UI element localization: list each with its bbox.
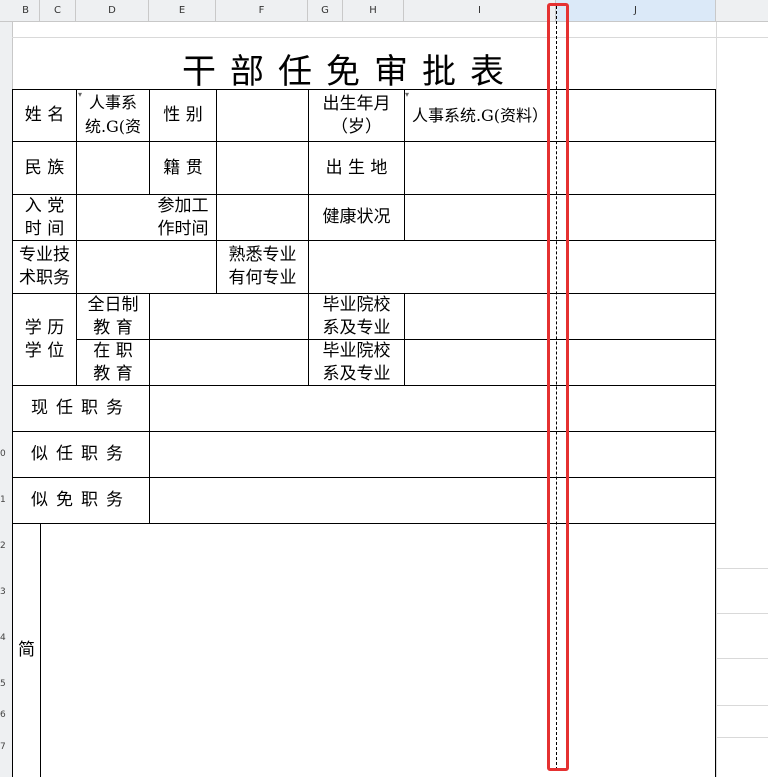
- tech-title-value-cell[interactable]: [77, 241, 216, 293]
- education-degree-label: 学 历 学 位: [24, 317, 65, 361]
- gridline: [716, 568, 768, 569]
- form-title: 干部任免审批表: [182, 52, 518, 92]
- birthplace-value-cell[interactable]: [405, 142, 555, 194]
- inservice-education-label: 在 职 教 育: [93, 340, 133, 384]
- specialty-label: 熟悉专业有何专业: [228, 245, 297, 288]
- party-join-label: 入 党 时 间: [24, 195, 65, 239]
- health-value-cell[interactable]: [405, 195, 555, 240]
- specialty-value-cell[interactable]: [309, 241, 715, 293]
- tech-title-label: 专业技术职务: [19, 245, 70, 288]
- proposed-post-label: 似任职务: [31, 444, 131, 464]
- party-join-value-cell[interactable]: [77, 195, 149, 240]
- gridline: [12, 37, 768, 38]
- ethnic-label: 民 族: [24, 157, 65, 178]
- highlight-box: [547, 3, 569, 771]
- column-header-g[interactable]: G: [308, 0, 343, 21]
- proposed-removal-label: 似免职务: [31, 490, 131, 510]
- row-number[interactable]: 7: [0, 742, 12, 752]
- resume-value-cell[interactable]: [41, 524, 715, 777]
- birth-date-value-cell[interactable]: 人事系统.G(资料）: [405, 90, 555, 141]
- row-number[interactable]: 1: [0, 495, 12, 505]
- name-label: 姓 名: [24, 105, 65, 125]
- column-header-i[interactable]: I: [404, 0, 556, 21]
- comment-marker-icon: ▾: [405, 90, 410, 99]
- gridline: [716, 613, 768, 614]
- native-place-value-cell[interactable]: [217, 142, 308, 194]
- gridline: [716, 705, 768, 706]
- column-header-d[interactable]: D: [76, 0, 149, 21]
- birth-date-label: 出生年月（岁）: [322, 93, 391, 137]
- column-header-h[interactable]: H: [343, 0, 404, 21]
- column-header-e[interactable]: E: [149, 0, 216, 21]
- fulltime-education-value-cell[interactable]: [150, 294, 308, 339]
- current-post-value-cell[interactable]: [150, 386, 715, 431]
- gender-value-cell[interactable]: [217, 90, 308, 141]
- row-number[interactable]: 6: [0, 710, 12, 720]
- row-number[interactable]: 4: [0, 633, 12, 643]
- work-start-label: 参加工作时间: [157, 195, 209, 239]
- health-label: 健康状况: [322, 207, 391, 227]
- row-number[interactable]: 2: [0, 541, 12, 551]
- comment-marker-icon: ▾: [78, 90, 83, 99]
- inservice-school-label: 毕业院校系及专业: [322, 340, 391, 384]
- gridline: [716, 658, 768, 659]
- column-header-c[interactable]: C: [40, 0, 76, 21]
- column-header-bar: B C D E F G H I J: [0, 0, 768, 22]
- gridline: [716, 22, 717, 777]
- gender-label: 性 别: [163, 105, 203, 125]
- proposed-post-value-cell[interactable]: [150, 432, 715, 477]
- birthplace-label: 出 生 地: [325, 157, 388, 178]
- work-start-value-cell[interactable]: [217, 195, 308, 240]
- row-number[interactable]: 3: [0, 587, 12, 597]
- name-value-cell[interactable]: 人事系统.G(资: [77, 90, 149, 141]
- row-number[interactable]: 0: [0, 449, 12, 459]
- resume-label: 简: [18, 640, 35, 660]
- inservice-education-value-cell[interactable]: [150, 340, 308, 385]
- fulltime-education-label: 全日制教 育: [87, 294, 139, 338]
- fulltime-school-label: 毕业院校系及专业: [322, 294, 391, 338]
- row-number[interactable]: 5: [0, 679, 12, 689]
- ethnic-value-cell[interactable]: [77, 142, 149, 194]
- native-place-label: 籍 贯: [163, 157, 203, 178]
- column-header-f[interactable]: F: [216, 0, 308, 21]
- proposed-removal-value-cell[interactable]: [150, 478, 715, 523]
- column-header-b[interactable]: B: [12, 0, 40, 21]
- column-header-j[interactable]: J: [556, 0, 716, 21]
- gridline: [716, 737, 768, 738]
- current-post-label: 现任职务: [31, 398, 131, 418]
